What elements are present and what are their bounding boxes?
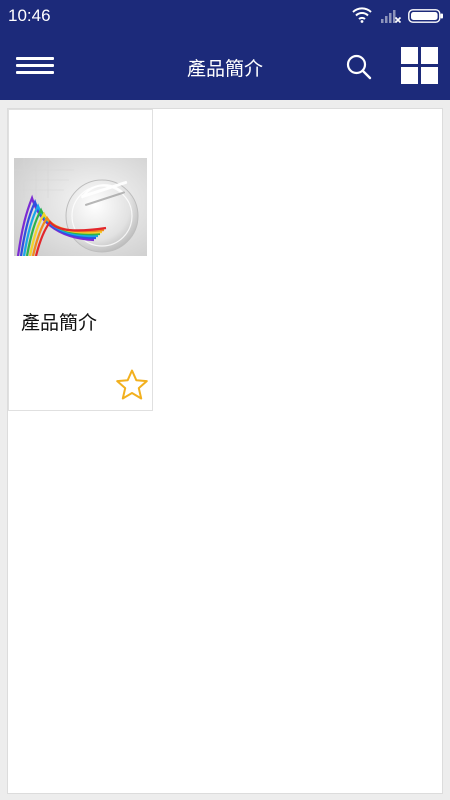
menu-icon-line (16, 64, 54, 67)
product-brochure-image (14, 158, 147, 256)
menu-icon-line (16, 57, 54, 60)
product-card-title: 產品簡介 (21, 312, 98, 334)
grid-view-icon (421, 67, 438, 84)
status-time: 10:46 (8, 6, 51, 25)
product-card[interactable]: 產品簡介 (8, 109, 153, 411)
status-bar: 10:46 (0, 0, 450, 32)
grid-view-button[interactable] (401, 47, 439, 85)
search-button[interactable] (344, 52, 374, 82)
signal-icon (381, 10, 402, 24)
battery-icon (408, 9, 443, 23)
search-icon (346, 54, 372, 80)
favorite-button[interactable] (115, 368, 149, 402)
grid-view-icon (421, 47, 438, 64)
menu-button[interactable] (14, 54, 56, 80)
app-bar: 產品簡介 (0, 32, 450, 100)
wifi-icon (352, 7, 372, 23)
grid-view-icon (401, 67, 418, 84)
product-thumbnail (14, 158, 147, 256)
menu-icon-line (16, 71, 54, 74)
star-outline-icon (116, 369, 148, 400)
content-area: 產品簡介 (7, 108, 443, 794)
grid-view-icon (401, 47, 418, 64)
page-title: 產品簡介 (186, 58, 263, 80)
